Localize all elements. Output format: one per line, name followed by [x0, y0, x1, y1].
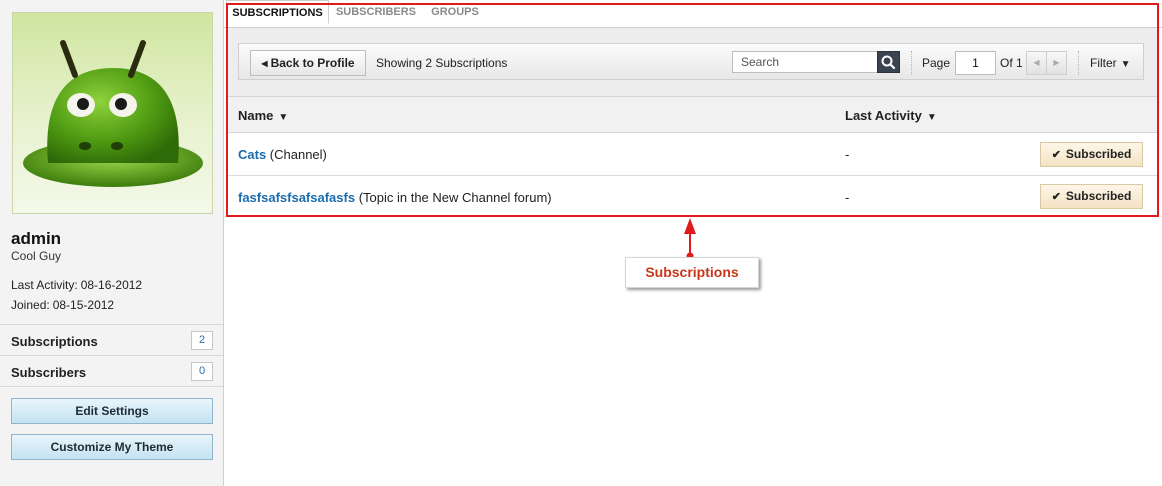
- last-activity-label: Last Activity:: [11, 278, 78, 292]
- page-label: Page: [922, 56, 951, 70]
- subscribed-label: Subscribed: [1065, 189, 1132, 203]
- subscriptions-count-badge: 2: [191, 331, 213, 350]
- checkmark-icon: ✔: [1051, 191, 1061, 203]
- annotation-arrow-icon: [684, 218, 696, 260]
- customize-theme-button[interactable]: Customize My Theme: [11, 434, 213, 460]
- row-divider: [226, 175, 1158, 176]
- tab-subscriptions[interactable]: SUBSCRIPTIONS: [226, 0, 329, 24]
- last-activity: Last Activity: 08-16-2012: [11, 278, 142, 292]
- table-header: [226, 96, 1158, 133]
- page-total-label: Of 1: [1000, 56, 1023, 70]
- filter-button[interactable]: Filter ▼: [1090, 56, 1131, 70]
- subscription-link[interactable]: Cats: [238, 147, 266, 162]
- subscribed-button[interactable]: ✔ Subscribed: [1040, 184, 1143, 209]
- search-input[interactable]: [732, 51, 878, 73]
- subscription-type: (Channel): [266, 147, 327, 162]
- back-arrow-icon: ◀: [261, 59, 268, 68]
- showing-count-text: Showing 2 Subscriptions: [376, 56, 508, 70]
- page: admin Cool Guy Last Activity: 08-16-2012 …: [0, 0, 1162, 486]
- joined-label: Joined:: [11, 298, 50, 312]
- subscribed-label: Subscribed: [1065, 147, 1132, 161]
- table-row-name: fasfsafsfsafsafasfs (Topic in the New Ch…: [238, 190, 552, 205]
- caret-down-icon: ▼: [278, 112, 289, 123]
- caret-down-icon: ▼: [926, 112, 937, 123]
- avatar-image: [23, 40, 203, 187]
- annotation-callout: Subscriptions: [625, 257, 759, 288]
- column-header-label: Last Activity: [845, 108, 922, 123]
- toolbar-separator: [911, 51, 912, 75]
- subscription-link[interactable]: fasfsafsfsafsafasfs: [238, 190, 355, 205]
- user-title: Cool Guy: [11, 249, 62, 263]
- tab-groups[interactable]: GROUPS: [424, 0, 486, 24]
- sidebar-item-label: Subscribers: [11, 365, 87, 380]
- search-button[interactable]: [877, 51, 900, 73]
- filter-label: Filter: [1090, 56, 1117, 70]
- table-row-last-activity: -: [845, 190, 850, 205]
- tab-subscribers[interactable]: SUBSCRIBERS: [332, 0, 420, 24]
- column-header-name[interactable]: Name ▼: [238, 108, 288, 123]
- user-name: admin: [11, 229, 62, 248]
- caret-down-icon: ▼: [1120, 59, 1131, 70]
- subscribed-button[interactable]: ✔ Subscribed: [1040, 142, 1143, 167]
- subscribers-count-badge: 0: [191, 362, 213, 381]
- table-row-name: Cats (Channel): [238, 147, 327, 162]
- sidebar-divider: [0, 386, 223, 387]
- search-icon: [881, 55, 896, 70]
- page-number-input[interactable]: [955, 51, 996, 75]
- checkmark-icon: ✔: [1051, 149, 1061, 161]
- toolbar-separator: [1078, 51, 1079, 75]
- sidebar-item-subscribers[interactable]: Subscribers 0: [0, 355, 223, 386]
- sidebar-item-subscriptions[interactable]: Subscriptions 2: [0, 324, 223, 355]
- chevron-right-icon: ▶: [1053, 58, 1060, 67]
- column-header-label: Name: [238, 108, 274, 123]
- edit-settings-button[interactable]: Edit Settings: [11, 398, 213, 424]
- joined-date: Joined: 08-15-2012: [11, 298, 114, 312]
- joined-value: 08-15-2012: [52, 298, 115, 312]
- column-header-last-activity[interactable]: Last Activity ▼: [845, 108, 937, 123]
- subscription-type: (Topic in the New Channel forum): [355, 190, 552, 205]
- profile-sidebar: admin Cool Guy Last Activity: 08-16-2012 …: [0, 0, 224, 486]
- back-to-profile-label: Back to Profile: [270, 56, 355, 70]
- table-row-last-activity: -: [845, 147, 850, 162]
- avatar: [12, 12, 213, 214]
- next-page-button[interactable]: ▶: [1046, 51, 1067, 75]
- prev-page-button[interactable]: ◀: [1026, 51, 1047, 75]
- last-activity-value: 08-16-2012: [80, 278, 143, 292]
- back-to-profile-button[interactable]: ◀ Back to Profile: [250, 50, 366, 76]
- sidebar-item-label: Subscriptions: [11, 334, 98, 349]
- chevron-left-icon: ◀: [1033, 58, 1040, 67]
